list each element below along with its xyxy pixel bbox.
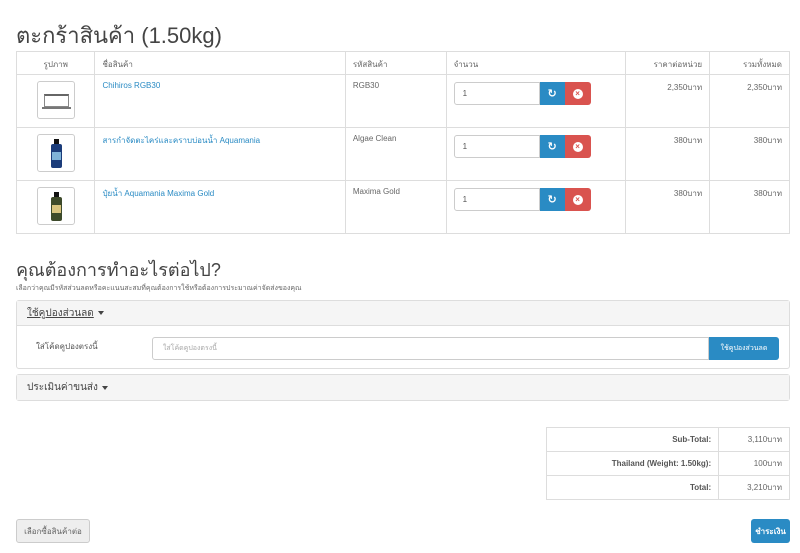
- quantity-input[interactable]: 1: [453, 188, 540, 211]
- aquarium-tank-icon[interactable]: [36, 81, 75, 119]
- page-title: ตะกร้าสินค้า (1.50kg): [16, 23, 222, 48]
- header-total: รวมทั้งหมด: [709, 51, 790, 75]
- cart-table: รูปภาพ ชื่อสินค้า รหัสสินค้า จำนวน ราคาต…: [15, 51, 790, 234]
- remove-icon: ×: [572, 194, 583, 205]
- checkout-button[interactable]: ชำระเงิน: [751, 519, 790, 543]
- coupon-heading: ใช้คูปองส่วนลด: [27, 307, 94, 319]
- cart-row: Chihiros RGB30 RGB30 1 ↻ × 2,350บาท 2,35…: [15, 74, 790, 128]
- unit-price: 380บาท: [624, 127, 711, 181]
- total-label: Total:: [545, 475, 720, 500]
- totals-row: Total: 3,210บาท: [545, 475, 790, 500]
- product-model: Algae Clean: [344, 127, 447, 181]
- coupon-panel-toggle[interactable]: ใช้คูปองส่วนลด: [17, 301, 789, 326]
- blue-bottle-icon[interactable]: [36, 134, 75, 172]
- shipping-value: 100บาท: [718, 451, 790, 476]
- total-value: 3,210บาท: [718, 475, 790, 500]
- cart-row: ปุ๋ยน้ำ Aquamania Maxima Gold Maxima Gol…: [15, 180, 790, 234]
- refresh-icon: ↻: [547, 194, 557, 206]
- remove-button[interactable]: ×: [564, 135, 591, 158]
- header-quantity: จำนวน: [445, 51, 626, 75]
- shipping-label: Thailand (Weight: 1.50kg):: [545, 451, 720, 476]
- product-link[interactable]: สารกำจัดตะไคร่และคราบบ่อนน้ำ Aquamania: [102, 136, 260, 145]
- subtotal-value: 3,110บาท: [718, 427, 790, 452]
- coupon-label: ใส่โค้ดคูปองตรงนี้: [36, 342, 98, 351]
- product-model: RGB30: [344, 74, 447, 128]
- cart-row: สารกำจัดตะไคร่และคราบบ่อนน้ำ Aquamania A…: [15, 127, 790, 181]
- shipping-heading: ประเมินค่าขนส่ง: [27, 382, 98, 393]
- remove-icon: ×: [572, 88, 583, 99]
- shipping-panel-toggle[interactable]: ประเมินค่าขนส่ง: [17, 375, 789, 400]
- row-total: 380บาท: [709, 127, 790, 181]
- refresh-button[interactable]: ↻: [539, 135, 565, 158]
- row-total: 2,350บาท: [709, 74, 790, 128]
- caret-down-icon: [101, 385, 108, 390]
- refresh-button[interactable]: ↻: [539, 82, 565, 105]
- header-model: รหัสสินค้า: [344, 51, 447, 75]
- quantity-input[interactable]: 1: [453, 135, 540, 158]
- unit-price: 380บาท: [624, 180, 711, 234]
- refresh-button[interactable]: ↻: [539, 188, 565, 211]
- unit-price: 2,350บาท: [624, 74, 711, 128]
- remove-button[interactable]: ×: [564, 188, 591, 211]
- product-model: Maxima Gold: [344, 180, 447, 234]
- refresh-icon: ↻: [547, 88, 557, 100]
- next-steps-subtitle: เลือกว่าคุณมีรหัสส่วนลดหรือคะแนนสะสมที่ค…: [16, 285, 302, 292]
- next-steps-title: คุณต้องการทำอะไรต่อไป?: [16, 260, 221, 280]
- continue-shopping-button[interactable]: เลือกซื้อสินค้าต่อ: [16, 519, 90, 543]
- gold-bottle-icon[interactable]: [36, 187, 75, 225]
- remove-button[interactable]: ×: [564, 82, 591, 105]
- totals-row: Sub-Total: 3,110บาท: [545, 427, 790, 452]
- product-link[interactable]: ปุ๋ยน้ำ Aquamania Maxima Gold: [102, 189, 214, 198]
- refresh-icon: ↻: [547, 141, 557, 153]
- product-link[interactable]: Chihiros RGB30: [102, 81, 160, 90]
- header-unit-price: ราคาต่อหน่วย: [624, 51, 711, 75]
- caret-down-icon: [97, 311, 104, 315]
- totals-row: Thailand (Weight: 1.50kg): 100บาท: [545, 451, 790, 476]
- cart-header-row: รูปภาพ ชื่อสินค้า รหัสสินค้า จำนวน ราคาต…: [15, 51, 790, 75]
- header-image: รูปภาพ: [15, 51, 96, 75]
- coupon-input[interactable]: ใส่โค้ดคูปองตรงนี้: [152, 337, 709, 360]
- header-name: ชื่อสินค้า: [94, 51, 346, 75]
- shipping-panel: ประเมินค่าขนส่ง: [16, 374, 790, 401]
- totals-table: Sub-Total: 3,110บาท Thailand (Weight: 1.…: [545, 427, 790, 500]
- row-total: 380บาท: [709, 180, 790, 234]
- subtotal-label: Sub-Total:: [545, 427, 720, 452]
- quantity-input[interactable]: 1: [453, 82, 540, 105]
- coupon-panel: ใช้คูปองส่วนลด ใส่โค้ดคูปองตรงนี้ ใส่โค้…: [16, 300, 790, 369]
- apply-coupon-button[interactable]: ใช้คูปองส่วนลด: [709, 337, 779, 360]
- remove-icon: ×: [572, 141, 583, 152]
